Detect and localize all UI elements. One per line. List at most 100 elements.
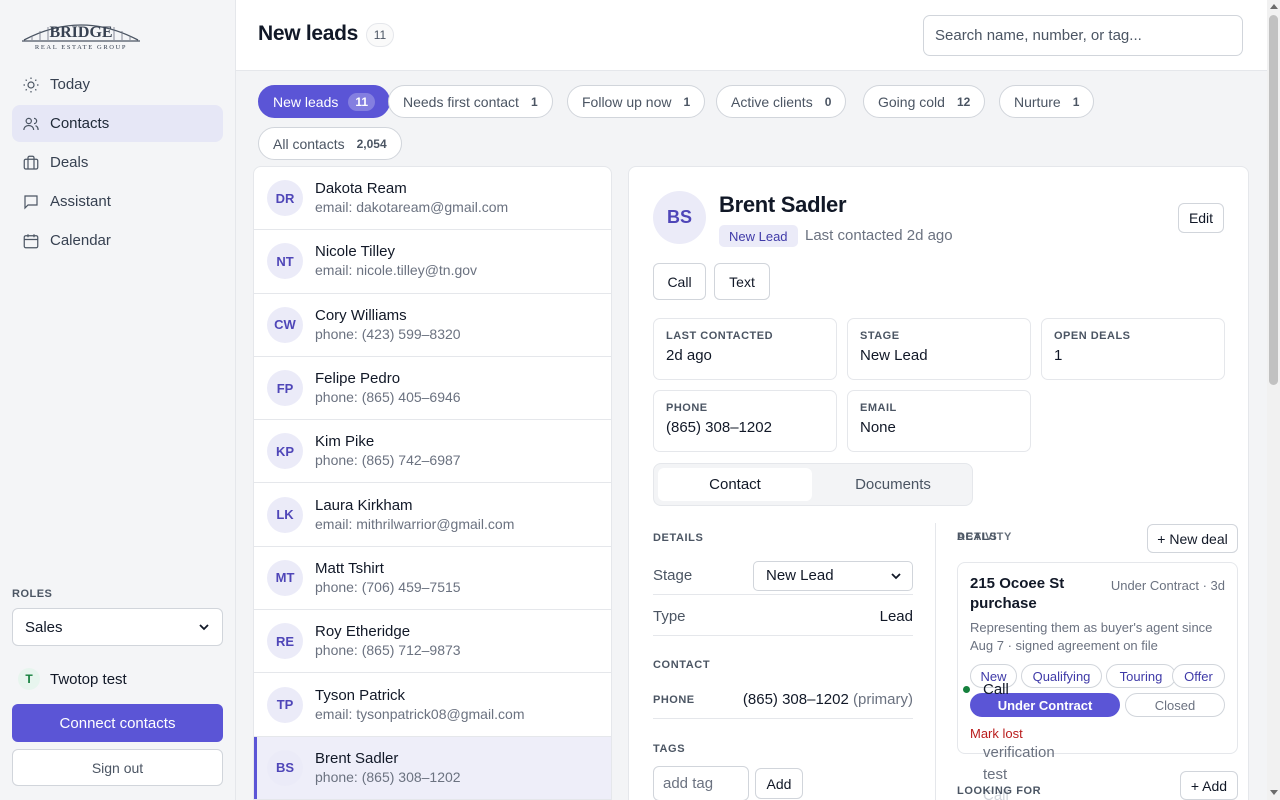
contact-name: Matt Tshirt — [315, 559, 384, 577]
contact-detail: email: tysonpatrick08@gmail.com — [315, 705, 525, 722]
contact-detail: phone: (865) 742–6987 — [315, 452, 461, 469]
filter-follow-up-now[interactable]: Follow up now 1 — [567, 85, 706, 118]
add-looking-for-button[interactable]: + Add — [1180, 771, 1238, 800]
activity-test: test — [983, 766, 1008, 783]
tab-contact[interactable]: Contact — [658, 468, 812, 501]
sidebar-item-assistant[interactable]: Assistant — [12, 183, 223, 220]
search-input[interactable] — [923, 15, 1243, 56]
last-contacted-text: Last contacted 2d ago — [805, 227, 953, 244]
sidebar-item-label: Deals — [50, 154, 89, 171]
info-label: STAGE — [860, 330, 900, 342]
deal-card[interactable]: 215 Ocoee St purchase Under Contract · 3… — [957, 562, 1238, 754]
info-open-deals: OPEN DEALS 1 — [1041, 318, 1225, 380]
new-deal-button[interactable]: + New deal — [1147, 524, 1238, 553]
filter-all-contacts[interactable]: All contacts 2,054 — [258, 127, 402, 160]
info-label: LAST CONTACTED — [666, 330, 774, 342]
activity-section-label: ACTIVITY — [957, 531, 1012, 543]
sidebar: BRIDGE REAL ESTATE GROUP Today Contacts … — [0, 0, 236, 800]
contact-row[interactable]: NT Nicole Tilley email: nicole.tilley@tn.… — [254, 230, 611, 294]
sidebar-item-label: Assistant — [50, 193, 111, 210]
deal-stage-touring[interactable]: Touring — [1106, 664, 1176, 688]
column-divider — [935, 523, 936, 800]
sun-icon — [22, 76, 40, 94]
scroll-down-arrow-icon[interactable] — [1270, 790, 1278, 795]
edit-button[interactable]: Edit — [1178, 203, 1224, 233]
contact-row[interactable]: FP Felipe Pedro phone: (865) 405–6946 — [254, 357, 611, 421]
page-title: New leads — [258, 22, 359, 45]
info-value: (865) 308–1202 — [666, 419, 772, 436]
call-button[interactable]: Call — [653, 263, 706, 300]
deal-stage-offer[interactable]: Offer — [1172, 664, 1225, 688]
calendar-icon — [22, 232, 40, 250]
filter-label: Going cold — [878, 93, 945, 110]
phone-value[interactable]: (865) 308–1202 (primary) — [743, 691, 913, 708]
roles-select[interactable]: Sales — [12, 608, 223, 646]
avatar: T — [18, 668, 40, 690]
users-icon — [22, 115, 40, 133]
contact-name: Felipe Pedro — [315, 370, 401, 388]
avatar: NT — [267, 243, 303, 280]
info-value: None — [860, 419, 896, 436]
filter-count: 11 — [348, 92, 376, 111]
contact-row[interactable]: MT Matt Tshirt phone: (706) 459–7515 — [254, 547, 611, 611]
sidebar-item-calendar[interactable]: Calendar — [12, 222, 223, 259]
contact-row-selected[interactable]: BS Brent Sadler phone: (865) 308–1202 — [254, 736, 611, 800]
contact-name: Tyson Patrick — [315, 686, 406, 704]
type-value: Lead — [879, 608, 913, 625]
filter-going-cold[interactable]: Going cold 12 — [863, 85, 986, 118]
filter-new-leads[interactable]: New leads 11 — [258, 85, 391, 118]
type-row: Type Lead — [653, 598, 913, 636]
contact-name: Dakota Ream — [315, 180, 407, 198]
deal-stage-closed[interactable]: Closed — [1125, 693, 1225, 717]
avatar: BS — [653, 191, 706, 244]
filter-count: 12 — [956, 94, 971, 109]
page-scrollbar[interactable] — [1267, 0, 1280, 800]
filter-active-clients[interactable]: Active clients 0 — [716, 85, 847, 118]
sidebar-item-today[interactable]: Today — [12, 66, 223, 103]
roles-selected-value: Sales — [25, 618, 63, 636]
info-phone: PHONE (865) 308–1202 — [653, 390, 837, 452]
info-stage: STAGE New Lead — [847, 318, 1031, 380]
contact-detail: email: nicole.tilley@tn.gov — [315, 262, 478, 279]
contact-row[interactable]: DR Dakota Ream email: dakotaream@gmail.co… — [254, 167, 611, 231]
filter-count: 2,054 — [356, 136, 387, 151]
tag-input[interactable] — [653, 766, 749, 800]
detail-tabs: Contact Documents — [653, 463, 973, 506]
sidebar-item-deals[interactable]: Deals — [12, 144, 223, 181]
filter-needs-first-contact[interactable]: Needs first contact 1 — [388, 85, 553, 118]
contact-row[interactable]: CW Cory Williams phone: (423) 599–8320 — [254, 294, 611, 357]
avatar: KP — [267, 433, 303, 470]
add-tag-button[interactable]: Add — [755, 768, 803, 799]
activity-call: Call — [983, 681, 1009, 698]
scrollbar-thumb[interactable] — [1269, 15, 1278, 385]
sidebar-item-contacts[interactable]: Contacts — [12, 105, 223, 142]
avatar: CW — [267, 306, 303, 343]
sign-out-button[interactable]: Sign out — [12, 749, 223, 786]
sidebar-nav: Today Contacts Deals Assistant Calendar — [12, 66, 223, 261]
activity-verification: verification — [983, 744, 1055, 761]
filter-nurture[interactable]: Nurture 1 — [999, 85, 1095, 118]
contact-row[interactable]: RE Roy Etheridge phone: (865) 712–9873 — [254, 610, 611, 674]
activity-status-dot — [963, 686, 970, 693]
details-section-label: DETAILS — [653, 532, 704, 544]
stage-select[interactable]: New Lead — [753, 560, 913, 591]
contact-row[interactable]: TP Tyson Patrick email: tysonpatrick08@gm… — [254, 673, 611, 737]
brand-logo[interactable]: BRIDGE REAL ESTATE GROUP — [20, 16, 142, 52]
contact-row[interactable]: LK Laura Kirkham email: mithrilwarrior@gm… — [254, 483, 611, 547]
scroll-up-arrow-icon[interactable] — [1270, 4, 1278, 9]
tab-documents[interactable]: Documents — [816, 468, 970, 501]
contact-row[interactable]: KP Kim Pike phone: (865) 742–6987 — [254, 420, 611, 484]
contact-detail: email: mithrilwarrior@gmail.com — [315, 515, 515, 532]
filter-count: 0 — [824, 94, 832, 109]
contact-name: Laura Kirkham — [315, 496, 413, 514]
mark-lost-link[interactable]: Mark lost — [970, 726, 1023, 741]
text-button[interactable]: Text — [714, 263, 770, 300]
chat-icon — [22, 193, 40, 211]
stage-row: Stage New Lead — [653, 557, 913, 595]
contact-name: Nicole Tilley — [315, 243, 396, 261]
bridge-logo-icon: BRIDGE REAL ESTATE GROUP — [22, 24, 140, 51]
avatar: MT — [267, 559, 303, 596]
connect-contacts-button[interactable]: Connect contacts — [12, 704, 223, 742]
avatar: LK — [267, 496, 303, 533]
deal-stage-qualifying[interactable]: Qualifying — [1021, 664, 1102, 688]
